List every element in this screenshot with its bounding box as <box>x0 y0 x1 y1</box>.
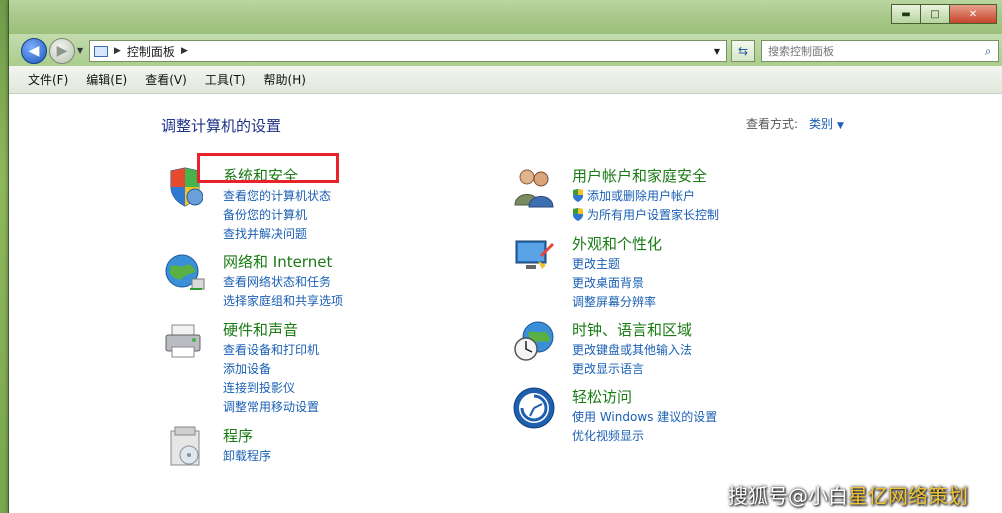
programs-icon[interactable] <box>163 425 207 469</box>
search-input[interactable] <box>762 43 978 59</box>
link-windows-recommended[interactable]: 使用 Windows 建议的设置 <box>572 408 717 427</box>
link-mobility-settings[interactable]: 调整常用移动设置 <box>223 398 319 417</box>
main-content: 调整计算机的设置 查看方式: 类别 ▼ 系统和安全 查看您的计算机状态 备份您的计… <box>9 95 1002 513</box>
uac-shield-icon <box>573 189 583 202</box>
view-by-label: 查看方式: <box>746 117 799 131</box>
link-troubleshoot[interactable]: 查找并解决问题 <box>223 225 331 244</box>
refresh-button[interactable]: ⇆ <box>731 40 755 62</box>
close-button[interactable]: ✕ <box>949 4 997 24</box>
menu-file[interactable]: 文件(F) <box>19 71 77 88</box>
maximize-button[interactable]: □ <box>920 4 949 24</box>
forward-button[interactable]: ▶ <box>49 38 75 64</box>
refresh-icon: ⇆ <box>737 44 749 58</box>
printer-icon[interactable] <box>163 319 207 363</box>
link-connect-projector[interactable]: 连接到投影仪 <box>223 379 319 398</box>
category-title[interactable]: 程序 <box>223 425 253 446</box>
link-network-status[interactable]: 查看网络状态和任务 <box>223 273 343 292</box>
arrow-right-icon: ▶ <box>56 43 68 59</box>
menu-edit[interactable]: 编辑(E) <box>77 71 136 88</box>
menu-help[interactable]: 帮助(H) <box>255 71 315 88</box>
globe-network-icon[interactable] <box>163 251 207 295</box>
link-display-language[interactable]: 更改显示语言 <box>572 360 692 379</box>
category-title[interactable]: 时钟、语言和区域 <box>572 319 692 340</box>
control-panel-icon <box>94 45 108 57</box>
link-keyboard-input[interactable]: 更改键盘或其他输入法 <box>572 341 692 360</box>
link-homegroup-sharing[interactable]: 选择家庭组和共享选项 <box>223 292 343 311</box>
chevron-down-icon: ▼ <box>837 121 844 131</box>
link-backup-computer[interactable]: 备份您的计算机 <box>223 206 331 225</box>
search-box[interactable]: ⌕ <box>761 40 999 62</box>
category-title[interactable]: 网络和 Internet <box>223 251 332 272</box>
address-bar[interactable]: ▶ 控制面板 ▶ ▼ <box>89 40 727 62</box>
search-icon[interactable]: ⌕ <box>978 44 998 59</box>
watermark-text: 搜狐号@小白 <box>728 484 848 508</box>
ease-of-access-icon[interactable] <box>512 386 556 430</box>
window-controls: ▬ □ ✕ <box>891 4 997 24</box>
link-change-theme[interactable]: 更改主题 <box>572 255 656 274</box>
monitor-paint-icon[interactable] <box>512 233 556 277</box>
title-bar[interactable]: ▬ □ ✕ <box>9 0 1002 34</box>
link-optimize-display[interactable]: 优化视频显示 <box>572 427 717 446</box>
arrow-left-icon: ◀ <box>28 43 40 59</box>
breadcrumb-control-panel[interactable]: 控制面板 <box>127 43 175 60</box>
back-button[interactable]: ◀ <box>21 38 47 64</box>
category-title[interactable]: 硬件和声音 <box>223 319 298 340</box>
view-by-value[interactable]: 类别 <box>809 117 833 131</box>
category-title[interactable]: 外观和个性化 <box>572 233 662 254</box>
link-screen-resolution[interactable]: 调整屏幕分辨率 <box>572 293 656 312</box>
link-add-remove-accounts[interactable]: 添加或删除用户帐户 <box>572 187 719 206</box>
control-panel-window: ▬ □ ✕ ◀ ▶ ▼ ▶ 控制面板 ▶ ▼ ⇆ ⌕ 文件(F) 编辑(E) 查… <box>8 0 1002 513</box>
recent-pages-dropdown[interactable]: ▼ <box>77 46 83 55</box>
chevron-right-icon[interactable]: ▶ <box>181 46 188 56</box>
link-text[interactable]: 添加或删除用户帐户 <box>587 189 695 203</box>
uac-shield-icon <box>573 208 583 221</box>
watermark-accent-text: 星亿网络策划 <box>848 484 968 508</box>
link-desktop-background[interactable]: 更改桌面背景 <box>572 274 656 293</box>
category-title[interactable]: 轻松访问 <box>572 386 632 407</box>
link-parental-controls[interactable]: 为所有用户设置家长控制 <box>572 206 719 225</box>
link-uninstall-program[interactable]: 卸载程序 <box>223 447 271 466</box>
link-text[interactable]: 为所有用户设置家长控制 <box>587 208 719 222</box>
link-add-device[interactable]: 添加设备 <box>223 360 319 379</box>
menu-view[interactable]: 查看(V) <box>136 71 196 88</box>
chevron-right-icon[interactable]: ▶ <box>114 46 121 56</box>
address-dropdown-button[interactable]: ▼ <box>708 41 726 61</box>
link-devices-printers[interactable]: 查看设备和打印机 <box>223 341 319 360</box>
navigation-bar: ◀ ▶ ▼ ▶ 控制面板 ▶ ▼ ⇆ ⌕ <box>9 34 1002 66</box>
highlight-box <box>197 153 339 183</box>
watermark: 搜狐号@小白星亿网络策划 <box>728 480 968 509</box>
clock-globe-icon[interactable] <box>512 319 556 363</box>
menu-bar: 文件(F) 编辑(E) 查看(V) 工具(T) 帮助(H) <box>9 66 1002 94</box>
link-check-computer-status[interactable]: 查看您的计算机状态 <box>223 187 331 206</box>
minimize-button[interactable]: ▬ <box>891 4 920 24</box>
users-icon[interactable] <box>512 165 556 209</box>
category-title[interactable]: 用户帐户和家庭安全 <box>572 165 707 186</box>
page-title: 调整计算机的设置 <box>161 117 282 135</box>
view-by-dropdown[interactable]: 类别 ▼ <box>809 115 844 132</box>
chevron-down-icon: ▼ <box>713 46 721 56</box>
menu-tools[interactable]: 工具(T) <box>196 71 255 88</box>
